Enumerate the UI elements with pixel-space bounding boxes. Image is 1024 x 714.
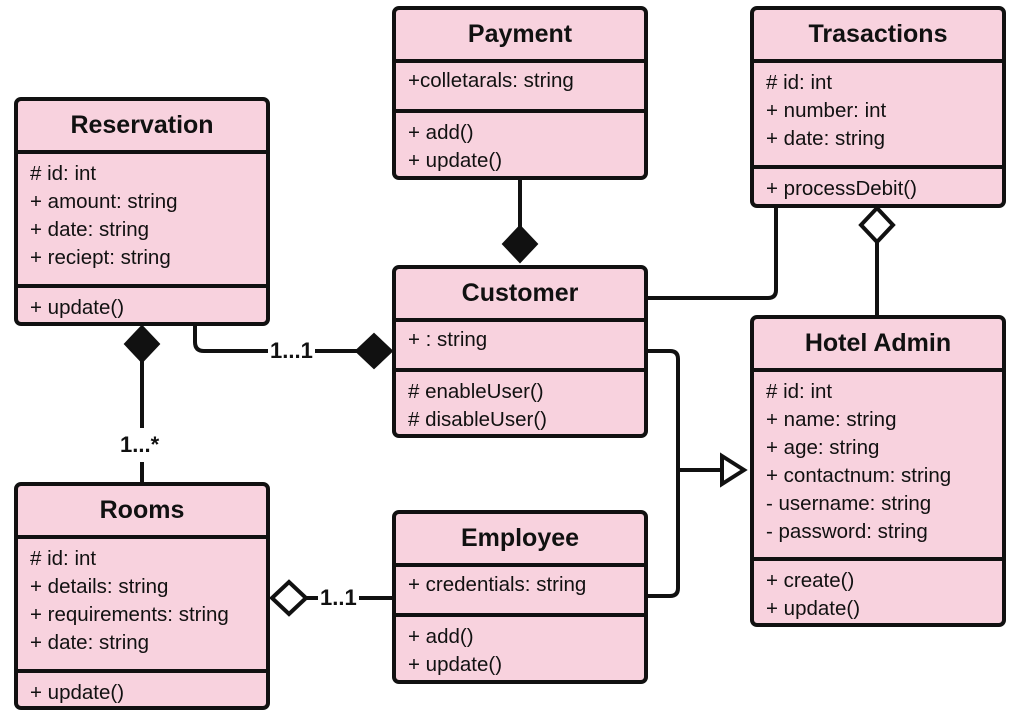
attribute: + number: int <box>766 99 887 122</box>
attribute: + contactnum: string <box>766 464 952 487</box>
attributes-section: + credentials: string <box>396 567 644 613</box>
operation: + create() <box>766 569 855 592</box>
attribute: + date: string <box>766 127 886 150</box>
attribute: # id: int <box>766 71 833 94</box>
customer-transactions-line <box>646 204 778 300</box>
operation: # disableUser() <box>408 408 547 431</box>
reservation-composition-diamond <box>123 324 161 364</box>
class-rooms[interactable]: Rooms # id: int + details: string + requ… <box>14 482 270 710</box>
class-customer[interactable]: Customer + : string # enableUser() # dis… <box>392 265 648 438</box>
operations-section: + processDebit() <box>754 165 1002 204</box>
class-payment[interactable]: Payment +colletarals: string + add() + u… <box>392 6 648 180</box>
attributes-section: # id: int + name: string + age: string +… <box>754 372 1002 557</box>
attribute: # id: int <box>766 380 833 403</box>
operation: + update() <box>30 681 125 704</box>
attributes-section: # id: int + number: int + date: string <box>754 63 1002 165</box>
attribute: + requirements: string <box>30 603 229 626</box>
class-title: Employee <box>396 514 644 567</box>
attributes-section: # id: int + details: string + requiremen… <box>18 539 266 669</box>
class-title: Hotel Admin <box>754 319 1002 372</box>
attribute: - password: string <box>766 520 928 543</box>
class-title: Payment <box>396 10 644 63</box>
attributes-section: # id: int + amount: string + date: strin… <box>18 154 266 284</box>
class-title: Trasactions <box>754 10 1002 63</box>
operations-section: # enableUser() # disableUser() <box>396 368 644 434</box>
operations-section: + add() + update() <box>396 109 644 176</box>
payment-composition-diamond <box>501 224 539 264</box>
attributes-section: +colletarals: string <box>396 63 644 109</box>
operation: + add() <box>408 121 474 144</box>
attributes-section: + : string <box>396 322 644 368</box>
attribute: + date: string <box>30 218 150 241</box>
class-reservation[interactable]: Reservation # id: int + amount: string +… <box>14 97 270 326</box>
operation: + update() <box>408 149 503 172</box>
attribute: + credentials: string <box>408 573 587 596</box>
operation: + update() <box>766 597 861 620</box>
class-employee[interactable]: Employee + credentials: string + add() +… <box>392 510 648 684</box>
rooms-aggregation-diamond <box>269 579 309 617</box>
generalization-triangle <box>720 452 748 488</box>
multiplicity-rooms-employee: 1..1 <box>318 585 359 610</box>
attribute: # id: int <box>30 547 97 570</box>
attribute: + : string <box>408 328 488 351</box>
operation: + update() <box>408 653 503 676</box>
operation: # enableUser() <box>408 380 544 403</box>
operation: + update() <box>30 296 125 319</box>
attribute: + amount: string <box>30 190 178 213</box>
transactions-aggregation-diamond <box>858 205 896 245</box>
class-title: Rooms <box>18 486 266 539</box>
operations-section: + add() + update() <box>396 613 644 680</box>
multiplicity-reservation-customer: 1...1 <box>268 338 315 363</box>
operations-section: + create() + update() <box>754 557 1002 623</box>
operations-section: + update() <box>18 669 266 706</box>
attribute: + age: string <box>766 436 880 459</box>
operation: + processDebit() <box>766 177 917 200</box>
attribute: - username: string <box>766 492 932 515</box>
attribute: # id: int <box>30 162 97 185</box>
multiplicity-reservation-rooms: 1...* <box>118 432 162 457</box>
attribute: + details: string <box>30 575 169 598</box>
attribute: + date: string <box>30 631 150 654</box>
class-hotel-admin[interactable]: Hotel Admin # id: int + name: string + a… <box>750 315 1006 627</box>
class-title: Customer <box>396 269 644 322</box>
attribute: + reciept: string <box>30 246 171 269</box>
attribute: +colletarals: string <box>408 69 574 92</box>
class-title: Reservation <box>18 101 266 154</box>
customer-generalization-line <box>646 349 680 598</box>
customer-composition-diamond <box>354 332 394 370</box>
class-transactions[interactable]: Trasactions # id: int + number: int + da… <box>750 6 1006 208</box>
attribute: + name: string <box>766 408 897 431</box>
operation: + add() <box>408 625 474 648</box>
operations-section: + update() <box>18 284 266 322</box>
